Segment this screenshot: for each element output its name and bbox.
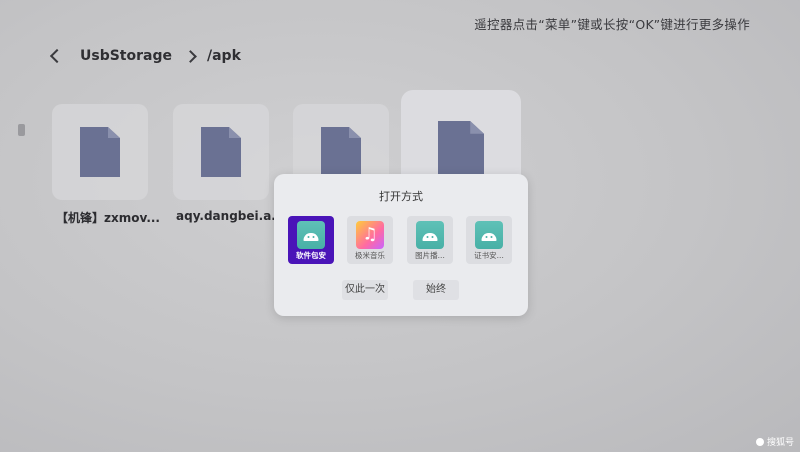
back-chevron-icon[interactable]	[49, 48, 65, 64]
breadcrumb-root[interactable]: UsbStorage	[80, 48, 172, 64]
file-browser-screen: 遥控器点击“菜单”键或长按“OK”键进行更多操作 UsbStorage /apk…	[0, 0, 800, 452]
file-label: aqy.dangbei.a...	[176, 209, 285, 223]
file-tile[interactable]	[52, 104, 148, 200]
open-with-dialog: 打开方式 软件包安 ♫ 极米音乐 图片播... 证书安... 仅此一次 始终	[274, 174, 528, 316]
breadcrumb: UsbStorage /apk	[49, 48, 241, 64]
android-icon	[475, 221, 503, 249]
remote-hint-text: 遥控器点击“菜单”键或长按“OK”键进行更多操作	[474, 17, 750, 32]
watermark-text: 搜狐号	[766, 438, 794, 448]
android-head-shape	[481, 233, 497, 242]
file-tile[interactable]	[173, 104, 269, 200]
android-head-shape	[422, 233, 438, 242]
android-head-shape	[303, 233, 319, 242]
dialog-title: 打开方式	[379, 190, 423, 203]
app-option-package-installer[interactable]: 软件包安	[288, 216, 334, 264]
chevron-right-icon	[184, 49, 197, 63]
app-option-label: 极米音乐	[355, 251, 385, 260]
app-option-certificate-installer[interactable]: 证书安...	[466, 216, 512, 264]
android-icon	[416, 221, 444, 249]
file-document-icon	[201, 127, 241, 177]
app-option-label: 软件包安	[296, 251, 326, 260]
music-note-glyph: ♫	[362, 224, 378, 245]
breadcrumb-folder: /apk	[206, 48, 241, 64]
always-button[interactable]: 始终	[413, 280, 459, 300]
file-document-icon	[438, 121, 484, 179]
file-document-icon	[80, 127, 120, 177]
app-option-image-viewer[interactable]: 图片播...	[407, 216, 453, 264]
app-option-label: 图片播...	[415, 251, 445, 260]
app-option-music[interactable]: ♫ 极米音乐	[347, 216, 393, 264]
just-once-button[interactable]: 仅此一次	[342, 280, 388, 300]
watermark: 搜狐号	[755, 435, 794, 448]
music-note-icon: ♫	[356, 221, 384, 249]
scroll-edge-marker	[18, 124, 25, 136]
watermark-logo-icon	[755, 437, 764, 446]
android-icon	[297, 221, 325, 249]
file-document-icon	[321, 127, 361, 177]
app-option-label: 证书安...	[474, 251, 504, 260]
file-label: 【机锋】zxmov...	[56, 211, 160, 225]
